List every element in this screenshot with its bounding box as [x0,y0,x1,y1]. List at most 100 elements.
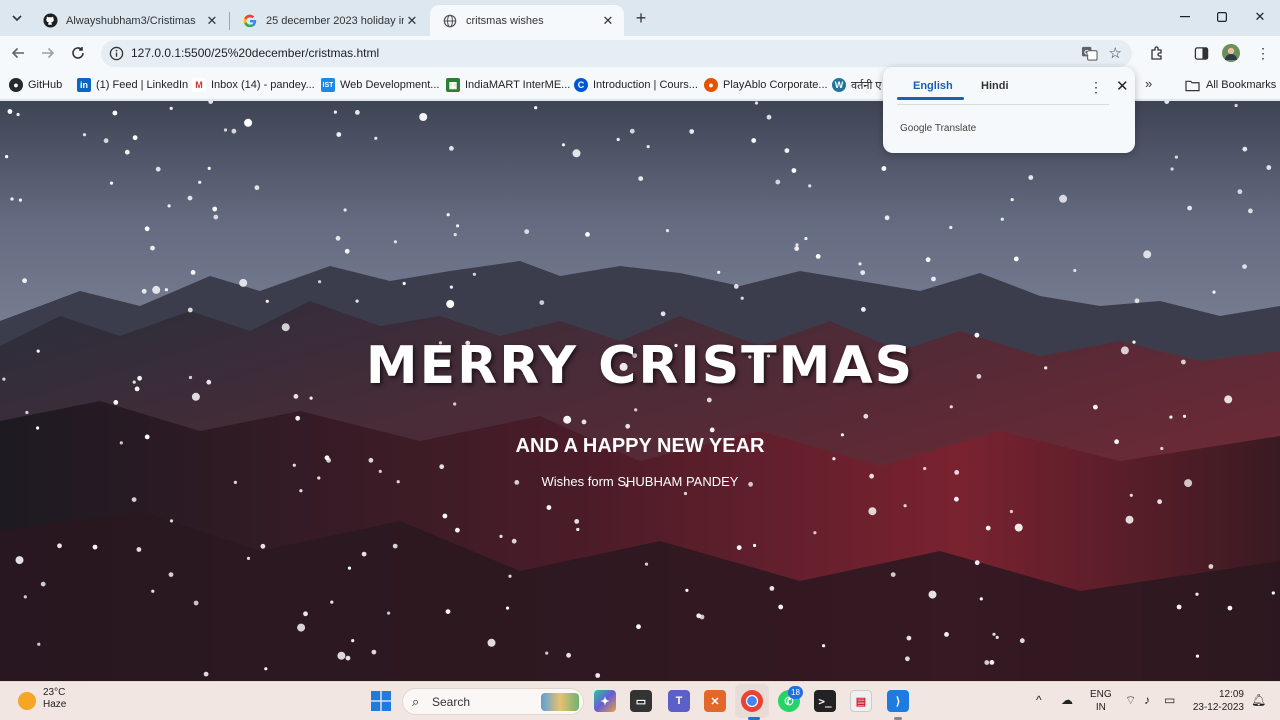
reload-icon[interactable] [66,41,90,65]
forward-icon[interactable] [36,41,60,65]
minimize-icon[interactable] [1166,0,1204,34]
close-window-icon[interactable]: ✕ [1241,0,1279,34]
copilot-icon[interactable]: ✦ [594,690,616,712]
bookmark-github[interactable]: ● GitHub [9,76,62,94]
url-text: 127.0.0.1:5500/25%20december/cristmas.ht… [131,46,380,60]
snowflake [524,229,530,235]
snowflake [167,204,171,208]
snowflake [736,545,742,550]
wifi-icon[interactable]: ⌔ [1125,693,1136,708]
back-icon[interactable] [6,41,30,65]
snowflake [808,184,812,188]
snowflake [566,652,571,658]
snowflake [239,278,248,287]
teams-icon[interactable]: T [668,690,690,712]
lang-code: ENG [1090,689,1112,700]
system-clock[interactable]: 12:09 23-12-2023 [1192,688,1244,714]
windows-start-icon[interactable] [371,691,391,711]
tab-title: critsmas wishes [466,14,544,27]
tab-christmas-wishes[interactable]: critsmas wishes ✕ [430,5,624,36]
page-subheading: AND A HAPPY NEW YEAR [515,435,765,457]
snowflake [563,415,572,424]
language-tab-english[interactable]: English [913,80,953,92]
input-language-indicator[interactable]: ENG IN [1090,688,1112,714]
snowflake [778,604,784,610]
show-hidden-icons-icon[interactable]: ^ [1036,693,1042,707]
battery-icon[interactable]: ▭ [1164,693,1175,707]
vscode-icon[interactable]: ⟩ [887,690,909,712]
snowflake [545,651,549,655]
more-bookmarks-icon[interactable]: » [1145,76,1152,91]
tab-github[interactable]: Alwayshubham3/Cristimas ✕ [30,5,228,36]
snowflake [928,590,937,599]
snowflake [7,109,13,114]
xampp-icon[interactable]: ✕ [704,690,726,712]
kebab-menu-icon[interactable]: ⋮ [1252,42,1274,64]
weather-widget[interactable]: 23°C Haze [43,687,66,711]
snowflake [1000,217,1004,221]
extensions-icon[interactable] [1146,42,1168,64]
snowflake [665,229,670,233]
bookmark-star-icon[interactable]: ☆ [1109,44,1122,62]
onedrive-cloud-icon[interactable]: ☁ [1061,693,1073,707]
snowflake [539,300,545,305]
chrome-icon[interactable] [741,690,763,712]
side-panel-icon[interactable] [1190,42,1212,64]
snowflake [132,135,138,141]
tab-google[interactable]: 25 december 2023 holiday in in ✕ [230,5,428,36]
all-bookmarks-button[interactable]: All Bookmarks [1185,76,1276,94]
maximize-icon[interactable] [1203,0,1241,34]
snowflake [455,527,460,533]
close-icon[interactable]: ✕ [600,13,616,29]
snowflake [1271,591,1275,595]
site-info-icon[interactable] [109,46,124,61]
snowflake [1195,654,1200,658]
snowflake [1157,499,1162,505]
close-icon[interactable]: ✕ [404,13,420,29]
snowflake [351,639,355,643]
snowflake [753,543,757,548]
bookmark-linkedin[interactable]: in (1) Feed | LinkedIn [77,76,188,94]
snowflake [326,457,331,463]
snowflake [260,543,266,549]
translate-popup: English Hindi ⋮ ✕ Google Translate [883,67,1135,153]
snowflake [131,497,137,502]
region-code: IN [1095,702,1106,713]
bookmark-web-development[interactable]: IST Web Development... [321,76,439,94]
snowflake [164,288,168,292]
address-bar[interactable]: 127.0.0.1:5500/25%20december/cristmas.ht… [101,40,1132,67]
taskbar-search[interactable]: ⌕ Search [402,688,584,715]
volume-icon[interactable]: ♪ [1144,693,1150,707]
snowflake [1129,493,1133,497]
tab-search-button[interactable] [6,7,28,29]
snowflake [212,206,218,212]
translate-options-icon[interactable]: ⋮ [1089,79,1103,96]
translate-icon[interactable]: G [1081,45,1098,62]
snowflake [439,464,445,470]
search-icon: ⌕ [412,694,420,709]
task-view-icon[interactable]: ▭ [630,690,652,712]
bookmark-gmail[interactable]: M Inbox (14) - pandey... [192,76,315,94]
close-icon[interactable]: ✕ [204,13,220,29]
snowflake [740,296,744,300]
notification-bell-icon[interactable]: 🔔︎ [1251,693,1266,707]
snowflake [152,285,161,294]
tab-title: Alwayshubham3/Cristimas [66,14,196,27]
new-tab-button[interactable]: + [630,7,652,29]
profile-avatar[interactable] [1220,42,1242,64]
snowflake [1224,395,1233,404]
weather-haze-icon[interactable] [18,692,36,710]
language-tab-hindi[interactable]: Hindi [981,80,1009,92]
bookmark-wordpress[interactable]: W वर्तनी ए [832,76,881,94]
file-explorer-icon[interactable]: ▤ [850,690,872,712]
close-icon[interactable]: ✕ [1116,77,1129,95]
snowflake [574,519,580,524]
snowflake [506,606,510,610]
snowflake [92,544,98,550]
linkedin-icon: in [77,78,91,92]
bookmark-playablo[interactable]: ● PlayAblo Corporate... [704,76,828,94]
bookmark-coursera[interactable]: C Introduction | Cours... [574,76,698,94]
snowflake [40,581,46,587]
terminal-icon[interactable]: >_ [814,690,836,712]
bookmark-indiamart[interactable]: ▦ IndiaMART InterME... [446,76,570,94]
